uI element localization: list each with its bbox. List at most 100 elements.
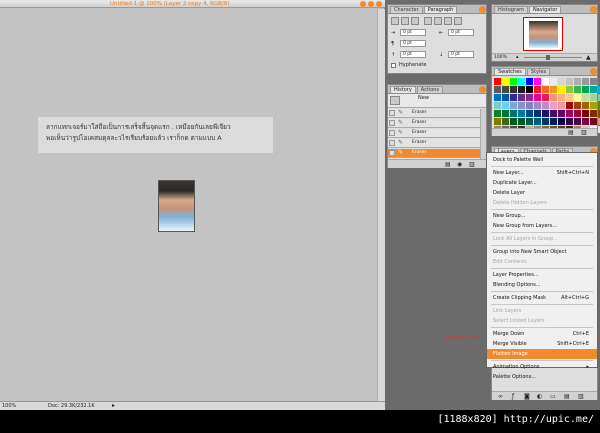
document-titlebar[interactable]: Untitled-1 @ 100% (Layer 2 copy 4, RGB/8…: [0, 0, 385, 8]
swatch[interactable]: [534, 118, 541, 125]
swatch[interactable]: [542, 94, 549, 101]
mask-icon[interactable]: ◙: [524, 393, 530, 400]
swatch[interactable]: [566, 78, 573, 85]
tab-history[interactable]: History: [390, 86, 416, 93]
swatch[interactable]: [542, 78, 549, 85]
tab-navigator[interactable]: Navigator: [528, 6, 562, 13]
swatch[interactable]: [558, 78, 565, 85]
swatch-grid[interactable]: [494, 78, 600, 133]
zoom-slider-handle[interactable]: [546, 55, 550, 60]
swatch[interactable]: [510, 78, 517, 85]
swatch[interactable]: [574, 86, 581, 93]
new-swatch-icon[interactable]: ▤: [568, 129, 574, 136]
swatch[interactable]: [582, 78, 589, 85]
swatch[interactable]: [494, 118, 501, 125]
menu-item-duplicate-layer[interactable]: Duplicate Layer...: [487, 178, 597, 188]
adjustment-icon[interactable]: ◐: [537, 393, 542, 400]
link-icon[interactable]: ∞: [498, 393, 503, 400]
space-after-field[interactable]: 0 pt: [448, 51, 474, 58]
indent-left-field[interactable]: 0 pt: [400, 29, 426, 36]
minimize-icon[interactable]: [360, 1, 366, 7]
new-layer-icon[interactable]: ▤: [564, 393, 570, 400]
swatch[interactable]: [590, 78, 597, 85]
swatch[interactable]: [558, 86, 565, 93]
document-canvas[interactable]: ลากแทกเจอร์มาใส่ถือเป็นการเสร็จสิ้นจุดแร…: [0, 9, 377, 401]
swatch[interactable]: [510, 110, 517, 117]
swatch[interactable]: [526, 86, 533, 93]
trash-icon[interactable]: ▥: [578, 393, 584, 400]
align-left-icon[interactable]: [391, 17, 399, 25]
tab-character[interactable]: Character: [390, 6, 423, 13]
swatch[interactable]: [574, 78, 581, 85]
swatch[interactable]: [590, 86, 597, 93]
menu-item-merge-down[interactable]: Merge Down Ctrl+E: [487, 329, 597, 339]
menu-item-new-group[interactable]: New Group...: [487, 211, 597, 221]
swatch[interactable]: [582, 94, 589, 101]
swatch[interactable]: [582, 110, 589, 117]
swatch[interactable]: [550, 118, 557, 125]
maximize-icon[interactable]: [368, 1, 374, 7]
swatch[interactable]: [534, 86, 541, 93]
tab-swatches[interactable]: Swatches: [494, 68, 526, 75]
justify-center-icon[interactable]: [434, 17, 442, 25]
swatch[interactable]: [526, 118, 533, 125]
swatch[interactable]: [518, 86, 525, 93]
tab-histogram[interactable]: Histogram: [494, 6, 528, 13]
swatch[interactable]: [574, 94, 581, 101]
swatch[interactable]: [550, 102, 557, 109]
swatch[interactable]: [542, 102, 549, 109]
swatch[interactable]: [582, 118, 589, 125]
swatch[interactable]: [574, 118, 581, 125]
portrait-photo[interactable]: [158, 180, 195, 232]
close-icon[interactable]: [376, 1, 382, 7]
swatch[interactable]: [510, 94, 517, 101]
zoom-out-icon[interactable]: ▴: [516, 54, 519, 61]
zoom-slider[interactable]: [524, 57, 582, 58]
menu-item-group-into-new-smart-object[interactable]: Group into New Smart Object: [487, 247, 597, 257]
swatch[interactable]: [558, 118, 565, 125]
indent-right-field[interactable]: 0 pt: [448, 29, 474, 36]
swatch[interactable]: [494, 110, 501, 117]
new-document-icon[interactable]: ▤: [445, 161, 451, 168]
swatch[interactable]: [534, 94, 541, 101]
history-state-selected[interactable]: ✎ Eraser: [388, 149, 480, 158]
navigator-zoom-value[interactable]: 100%: [494, 54, 507, 61]
swatch[interactable]: [558, 102, 565, 109]
justify-right-icon[interactable]: [444, 17, 452, 25]
history-snapshot[interactable]: New: [388, 94, 486, 108]
swatch[interactable]: [550, 86, 557, 93]
menu-item-delete-layer[interactable]: Delete Layer: [487, 188, 597, 198]
swatch[interactable]: [558, 94, 565, 101]
swatch[interactable]: [518, 118, 525, 125]
swatch[interactable]: [582, 102, 589, 109]
justify-left-icon[interactable]: [424, 17, 432, 25]
swatch[interactable]: [494, 78, 501, 85]
history-state[interactable]: ✎ Eraser: [388, 119, 480, 128]
swatch[interactable]: [590, 118, 597, 125]
document-size-info[interactable]: Doc: 29.3K/232.1K: [48, 403, 95, 410]
zoom-in-icon[interactable]: ▲: [586, 54, 591, 61]
swatch[interactable]: [574, 110, 581, 117]
menu-item-animation-options[interactable]: Animation Options ▸: [487, 362, 597, 372]
folder-icon[interactable]: ▭: [550, 393, 556, 400]
menu-item-merge-visible[interactable]: Merge Visible Shift+Ctrl+E: [487, 339, 597, 349]
menu-item-new-group-from-layers[interactable]: New Group from Layers...: [487, 221, 597, 231]
swatch[interactable]: [510, 86, 517, 93]
swatch[interactable]: [566, 110, 573, 117]
swatch[interactable]: [566, 118, 573, 125]
hyphenate-checkbox[interactable]: [391, 63, 396, 68]
tab-styles[interactable]: Styles: [526, 68, 551, 75]
zoom-readout[interactable]: 100%: [2, 403, 16, 410]
align-center-icon[interactable]: [401, 17, 409, 25]
swatch[interactable]: [534, 78, 541, 85]
panel-menu-icon[interactable]: [479, 6, 486, 13]
swatch[interactable]: [494, 86, 501, 93]
swatch[interactable]: [502, 110, 509, 117]
swatch[interactable]: [526, 102, 533, 109]
history-state[interactable]: ✎ Eraser: [388, 129, 480, 138]
swatch[interactable]: [558, 110, 565, 117]
swatch[interactable]: [510, 118, 517, 125]
swatch[interactable]: [550, 94, 557, 101]
swatch[interactable]: [550, 110, 557, 117]
status-arrow-icon[interactable]: ▸: [112, 402, 115, 410]
